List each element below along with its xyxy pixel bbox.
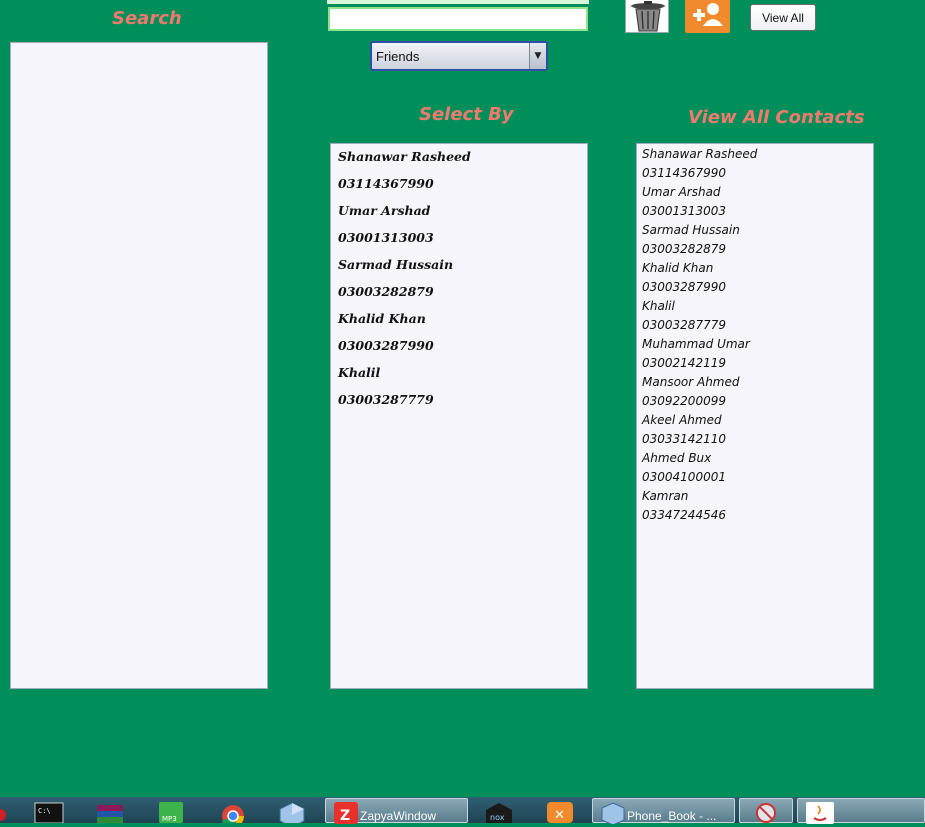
list-item[interactable]: 03114367990 bbox=[642, 166, 873, 185]
search-input-top-border bbox=[327, 0, 589, 4]
category-dropdown[interactable]: Friends ▼ bbox=[370, 41, 548, 71]
select-by-heading: Select By bbox=[419, 104, 514, 125]
virtualbox-icon bbox=[601, 802, 625, 824]
winrar-icon[interactable] bbox=[95, 801, 125, 823]
list-item[interactable]: 03003287990 bbox=[642, 280, 873, 299]
dropdown-arrow-icon[interactable]: ▼ bbox=[529, 43, 546, 69]
list-item[interactable]: 03347244546 bbox=[642, 508, 873, 527]
list-item[interactable]: 03001313003 bbox=[338, 229, 587, 256]
task-java[interactable] bbox=[797, 798, 925, 824]
delete-button[interactable] bbox=[625, 0, 669, 33]
list-item[interactable]: Sarmad Hussain bbox=[642, 223, 873, 242]
chrome-icon[interactable] bbox=[218, 801, 248, 827]
list-item[interactable]: Umar Arshad bbox=[338, 202, 587, 229]
view-all-button[interactable]: View All bbox=[750, 4, 816, 31]
list-item[interactable]: Sarmad Hussain bbox=[338, 256, 587, 283]
add-user-icon bbox=[693, 3, 723, 26]
trash-can-icon bbox=[631, 1, 665, 32]
all-contacts-list[interactable]: Shanawar Rasheed 03114367990 Umar Arshad… bbox=[636, 143, 874, 689]
task-label: ZapyaWindow bbox=[360, 809, 437, 823]
nox-icon[interactable]: nox bbox=[484, 801, 514, 823]
list-item[interactable]: Shanawar Rasheed bbox=[338, 148, 587, 175]
task-phone-book[interactable]: Phone_Book - ... bbox=[592, 798, 735, 824]
task-label: Phone_Book - ... bbox=[627, 809, 717, 823]
search-results-list[interactable] bbox=[10, 42, 268, 689]
list-item[interactable]: Khalil bbox=[338, 364, 587, 391]
svg-text:✕: ✕ bbox=[554, 808, 565, 823]
list-item[interactable]: Khalil bbox=[642, 299, 873, 318]
mp3-icon[interactable]: MP3 bbox=[156, 801, 186, 823]
network-icon bbox=[756, 803, 776, 823]
task-network[interactable] bbox=[739, 798, 793, 823]
list-item[interactable]: Kamran bbox=[642, 489, 873, 508]
list-item[interactable]: 03003287779 bbox=[338, 391, 587, 418]
list-item[interactable]: 03114367990 bbox=[338, 175, 587, 202]
select-by-list[interactable]: Shanawar Rasheed 03114367990 Umar Arshad… bbox=[330, 143, 588, 689]
list-item[interactable]: 03001313003 bbox=[642, 204, 873, 223]
list-item[interactable]: 03004100001 bbox=[642, 470, 873, 489]
list-item[interactable]: Khalid Khan bbox=[642, 261, 873, 280]
zapya-icon: Z bbox=[334, 802, 358, 824]
list-item[interactable]: Muhammad Umar bbox=[642, 337, 873, 356]
list-item[interactable]: Akeel Ahmed bbox=[642, 413, 873, 432]
list-item[interactable]: Shanawar Rasheed bbox=[642, 147, 873, 166]
list-item[interactable]: 03003287990 bbox=[338, 337, 587, 364]
search-heading: Search bbox=[112, 8, 182, 29]
list-item[interactable]: Khalid Khan bbox=[338, 310, 587, 337]
add-contact-button[interactable] bbox=[685, 0, 730, 33]
view-all-contacts-heading: View All Contacts bbox=[688, 107, 865, 128]
windows-taskbar: C:\ MP3 Z ZapyaWindow nox ✕ Phone_Book -… bbox=[0, 797, 925, 827]
list-item[interactable]: Umar Arshad bbox=[642, 185, 873, 204]
list-item[interactable]: 03003287779 bbox=[642, 318, 873, 337]
svg-text:nox: nox bbox=[490, 813, 505, 822]
list-item[interactable]: 03002142119 bbox=[642, 356, 873, 375]
search-input-container bbox=[327, 0, 589, 32]
list-item[interactable]: Ahmed Bux bbox=[642, 451, 873, 470]
svg-text:C:\: C:\ bbox=[38, 807, 51, 815]
svg-text:MP3: MP3 bbox=[162, 815, 177, 823]
xampp-icon[interactable]: ✕ bbox=[545, 801, 575, 823]
search-input[interactable] bbox=[328, 7, 588, 31]
list-item[interactable]: 03003282879 bbox=[642, 242, 873, 261]
list-item[interactable]: 03003282879 bbox=[338, 283, 587, 310]
category-selected-value: Friends bbox=[376, 49, 420, 64]
svg-text:Z: Z bbox=[340, 808, 350, 824]
list-item[interactable]: 03092200099 bbox=[642, 394, 873, 413]
list-item[interactable]: Mansoor Ahmed bbox=[642, 375, 873, 394]
list-item[interactable]: 03033142110 bbox=[642, 432, 873, 451]
cmd-icon[interactable]: C:\ bbox=[34, 801, 64, 824]
java-icon bbox=[806, 802, 834, 824]
task-zapya[interactable]: Z ZapyaWindow bbox=[325, 798, 468, 824]
app-icon-edge[interactable] bbox=[0, 801, 6, 823]
virtualbox-icon[interactable] bbox=[277, 801, 307, 827]
